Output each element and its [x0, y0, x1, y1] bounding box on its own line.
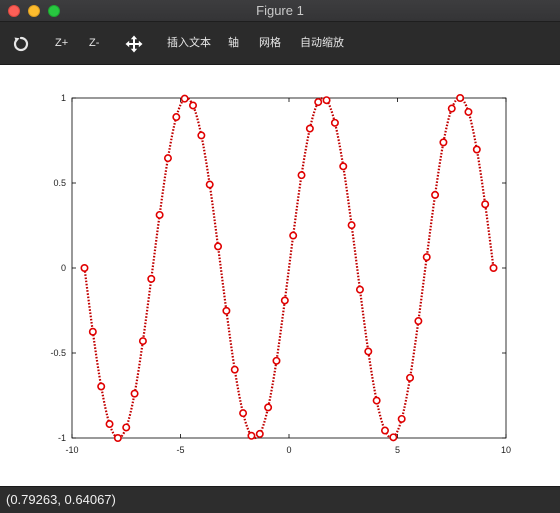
zoom-out-button[interactable]: Z-: [89, 22, 99, 65]
x-tick-label: 0: [286, 445, 291, 455]
data-point-marker: [447, 104, 456, 113]
y-tick-label: 0: [61, 263, 66, 273]
data-point-marker: [372, 396, 381, 405]
series-path: [83, 96, 495, 440]
data-point-marker: [113, 433, 122, 442]
axis-button[interactable]: 轴: [228, 22, 239, 65]
series-line: [83, 96, 495, 440]
data-point-marker: [163, 154, 172, 163]
data-point-marker: [147, 274, 156, 283]
data-point-marker: [389, 433, 398, 442]
x-tick-label: 10: [501, 445, 511, 455]
data-point-marker: [105, 420, 114, 429]
data-point-marker: [205, 180, 214, 189]
y-tick-label: -0.5: [50, 348, 66, 358]
data-point-marker: [180, 94, 189, 103]
status-bar: (0.79263, 0.64067): [0, 486, 560, 513]
plot-canvas[interactable]: -10 -5 0 5 10 1 0.5 0 -0.5 -1: [0, 65, 560, 486]
data-point-marker: [289, 231, 298, 240]
data-point-marker: [214, 242, 223, 251]
pan-button[interactable]: [125, 35, 143, 53]
grid-button[interactable]: 网格: [259, 22, 281, 65]
data-point-marker: [88, 327, 97, 336]
x-tick-label: -10: [65, 445, 78, 455]
data-point-marker: [138, 337, 147, 346]
data-point-marker: [189, 101, 198, 110]
data-point-marker: [406, 373, 415, 382]
data-point-marker: [297, 171, 306, 180]
title-bar[interactable]: Figure 1: [0, 0, 560, 22]
pan-arrows-icon: [125, 35, 143, 53]
data-point-marker: [155, 210, 164, 219]
figure-window: Figure 1 Z+ Z- 插入文本 轴 网格 自动缩放 -10 -5 0 5…: [0, 0, 560, 513]
data-point-marker: [397, 414, 406, 423]
cursor-coordinates: (0.79263, 0.64067): [6, 492, 116, 507]
y-tick-label: -1: [58, 433, 66, 443]
window-title: Figure 1: [256, 3, 304, 18]
rotate-button[interactable]: [12, 35, 30, 53]
zoom-in-button[interactable]: Z+: [55, 22, 68, 65]
toolbar: Z+ Z- 插入文本 轴 网格 自动缩放: [0, 22, 560, 65]
data-point-marker: [364, 347, 373, 356]
y-tick-label: 0.5: [53, 178, 66, 188]
autoscale-button[interactable]: 自动缩放: [300, 22, 344, 65]
data-point-marker: [380, 426, 389, 435]
data-point-marker: [264, 403, 273, 412]
data-point-marker: [122, 423, 131, 432]
data-point-marker: [130, 389, 139, 398]
data-point-marker: [355, 285, 364, 294]
data-point-marker: [197, 131, 206, 140]
data-point-marker: [431, 190, 440, 199]
insert-text-button[interactable]: 插入文本: [167, 22, 211, 65]
data-point-marker: [280, 296, 289, 305]
x-tick-label: 5: [395, 445, 400, 455]
y-tick-label: 1: [61, 93, 66, 103]
data-point-marker: [414, 317, 423, 326]
data-point-marker: [314, 98, 323, 107]
data-point-marker: [472, 145, 481, 154]
data-point-marker: [322, 96, 331, 105]
data-point-marker: [172, 113, 181, 122]
data-point-marker: [330, 118, 339, 127]
plot-area[interactable]: -10 -5 0 5 10 1 0.5 0 -0.5 -1: [0, 65, 560, 486]
data-point-marker: [439, 138, 448, 147]
series-markers: [80, 93, 498, 442]
data-point-marker: [80, 264, 89, 273]
data-point-marker: [489, 264, 498, 273]
rotate-icon: [13, 36, 29, 52]
data-point-marker: [97, 382, 106, 391]
data-point-marker: [456, 93, 465, 102]
data-point-marker: [422, 253, 431, 262]
data-point-marker: [464, 107, 473, 116]
data-point-marker: [339, 162, 348, 171]
data-point-marker: [239, 409, 248, 418]
data-point-marker: [347, 221, 356, 230]
data-point-marker: [305, 124, 314, 133]
plot-frame: [71, 97, 507, 439]
data-point-marker: [230, 365, 239, 374]
data-point-marker: [272, 356, 281, 365]
data-point-marker: [222, 306, 231, 315]
data-point-marker: [255, 429, 264, 438]
data-point-marker: [481, 200, 490, 209]
data-point-marker: [247, 431, 256, 440]
x-tick-label: -5: [176, 445, 184, 455]
